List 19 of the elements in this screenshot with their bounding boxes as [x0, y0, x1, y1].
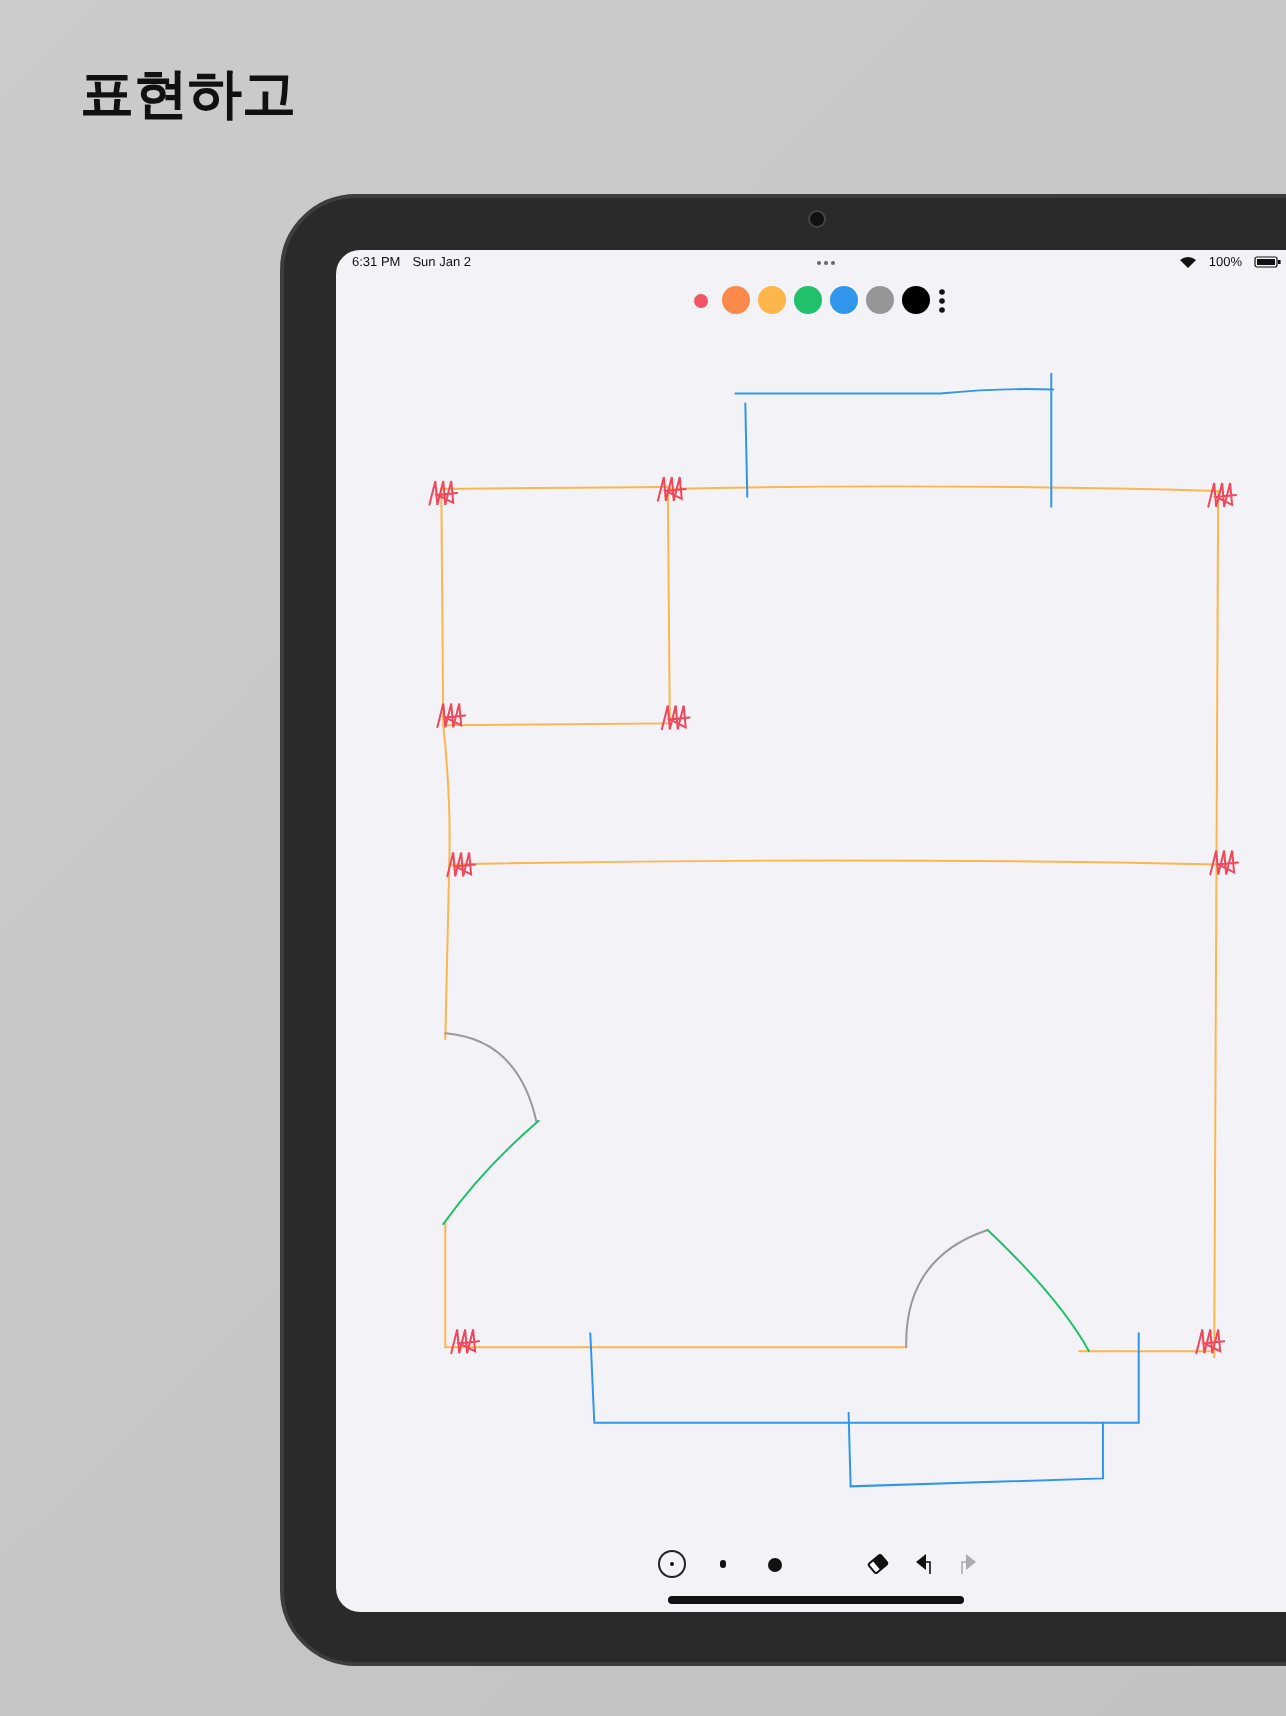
color-swatch[interactable]	[722, 286, 750, 314]
color-swatch[interactable]	[694, 293, 708, 307]
more-dots-icon	[815, 259, 836, 265]
color-swatch[interactable]	[794, 286, 822, 314]
headline: 표현하고	[80, 62, 296, 130]
battery-icon	[1254, 256, 1282, 268]
undo-button[interactable]	[913, 1554, 933, 1574]
undo-icon	[913, 1554, 933, 1574]
pen-size-button[interactable]	[657, 1550, 685, 1578]
wifi-icon	[1180, 256, 1197, 268]
eraser-icon	[865, 1552, 889, 1576]
color-swatch[interactable]	[866, 286, 894, 314]
color-swatch[interactable]	[830, 286, 858, 314]
more-options-icon[interactable]	[938, 287, 946, 313]
eraser-button[interactable]	[865, 1552, 889, 1576]
camera-icon	[808, 210, 826, 228]
redo-icon	[957, 1554, 977, 1574]
color-swatch[interactable]	[902, 286, 930, 314]
color-swatch[interactable]	[758, 286, 786, 314]
